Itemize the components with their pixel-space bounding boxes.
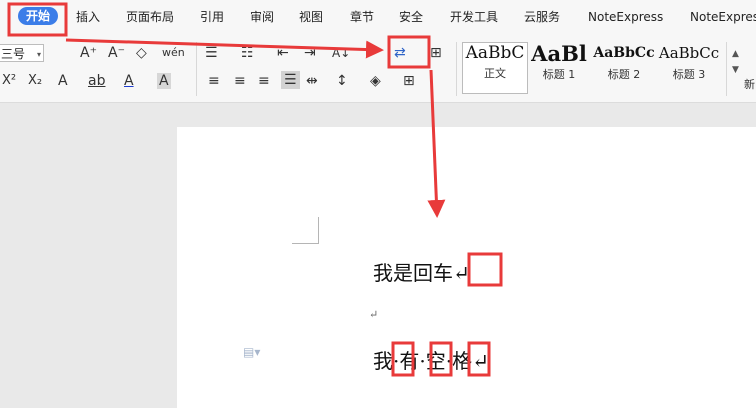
new-style-label[interactable]: 新 (744, 76, 755, 92)
tab-insert[interactable]: 插入 (76, 9, 100, 25)
table-borders-icon[interactable]: ⊞ (430, 45, 442, 61)
tab-chapter[interactable]: 章节 (350, 9, 374, 25)
tab-developer[interactable]: 开发工具 (450, 9, 498, 25)
show-hide-paragraph-marks-icon[interactable]: ⇄ (394, 45, 406, 61)
subscript-icon[interactable]: X₂ (28, 73, 42, 89)
tab-home[interactable]: 开始 (18, 7, 59, 25)
align-left-icon[interactable]: ≡ (208, 73, 220, 89)
style-heading-3-label: 标题 3 (672, 68, 706, 81)
doc-line-spaces[interactable]: 我·有·空·格↵ (373, 345, 489, 374)
font-size-select[interactable]: 三号 ▾ (0, 44, 44, 62)
tab-references[interactable]: 引用 (200, 9, 224, 25)
superscript-icon[interactable]: X² (2, 73, 16, 89)
tab-noteexpress[interactable]: NoteExpress (588, 9, 663, 25)
tab-review[interactable]: 审阅 (250, 9, 274, 25)
chevron-down-icon: ▾ (37, 50, 42, 59)
doc-line-return[interactable]: 我是回车↵ (373, 257, 470, 286)
line-spacing-icon[interactable]: ↕ (336, 73, 348, 89)
style-heading-1-label: 标题 1 (542, 68, 576, 81)
style-heading-2-label: 标题 2 (607, 68, 641, 81)
font-size-value: 三号 (1, 47, 26, 61)
style-heading-1[interactable]: AaBl 标题 1 (528, 42, 590, 92)
highlight-icon[interactable]: ab (88, 73, 105, 89)
font-color-icon[interactable]: A (124, 73, 134, 89)
style-normal[interactable]: AaBbC 正文 (462, 42, 528, 94)
justify-icon[interactable]: ☰ (281, 71, 300, 89)
align-right-icon[interactable]: ≡ (258, 73, 270, 89)
tab-security[interactable]: 安全 (399, 9, 423, 25)
distributed-icon[interactable]: ⇹ (306, 73, 318, 89)
style-normal-sample: AaBbC (465, 43, 525, 63)
style-heading-2[interactable]: AaBbCc 标题 2 (592, 42, 656, 92)
style-heading-3-sample: AaBbCc (658, 44, 720, 62)
style-heading-2-sample: AaBbCc (593, 45, 655, 61)
paragraph-options-icon[interactable]: ▤▾ (243, 345, 260, 359)
tab-noteexpress-2[interactable]: NoteExpress (690, 9, 756, 25)
styles-scroll-up-icon[interactable]: ▲ (732, 46, 739, 62)
style-normal-label: 正文 (484, 67, 506, 80)
align-center-icon[interactable]: ≡ (234, 73, 246, 89)
ribbon-tabs: 开始 插入 页面布局 引用 审阅 视图 章节 安全 开发工具 云服务 NoteE… (0, 0, 756, 34)
tab-view[interactable]: 视图 (299, 9, 323, 25)
text-effect-icon[interactable]: A (58, 73, 68, 89)
numbering-icon[interactable]: ☷ (241, 45, 254, 61)
clear-format-icon[interactable]: ◇ (136, 45, 147, 61)
tab-page-layout[interactable]: 页面布局 (126, 9, 174, 25)
borders-icon[interactable]: ⊞ (403, 73, 415, 89)
shrink-font-icon[interactable]: A⁻ (108, 45, 125, 61)
doc-empty-paragraph-mark[interactable]: ↵ (369, 308, 378, 321)
style-heading-3[interactable]: AaBbCc 标题 3 (658, 42, 720, 92)
separator (726, 42, 727, 96)
ribbon-toolbar: 三号 ▾ A⁺ A⁻ ◇ wén X² X₂ A ab A A ☰ ☷ ⇤ ⇥ A… (0, 34, 756, 103)
document-page[interactable]: ▤▾ 我是回车↵ ↵ 我·有·空·格↵ (177, 127, 756, 408)
shading-icon[interactable]: ◈ (370, 73, 381, 89)
style-heading-1-sample: AaBl (531, 42, 587, 66)
separator (456, 42, 457, 96)
sort-icon[interactable]: A↓ (332, 45, 350, 61)
styles-scroll-down-icon[interactable]: ▼ (732, 62, 739, 78)
margin-corner-mark (292, 217, 319, 244)
char-shading-icon[interactable]: A (157, 73, 171, 89)
indent-icon[interactable]: ⇥ (304, 45, 316, 61)
pinyin-icon[interactable]: wén (162, 45, 185, 61)
outdent-icon[interactable]: ⇤ (277, 45, 289, 61)
tab-cloud[interactable]: 云服务 (524, 9, 560, 25)
separator (196, 42, 197, 96)
bullets-icon[interactable]: ☰ (205, 45, 218, 61)
grow-font-icon[interactable]: A⁺ (80, 45, 97, 61)
